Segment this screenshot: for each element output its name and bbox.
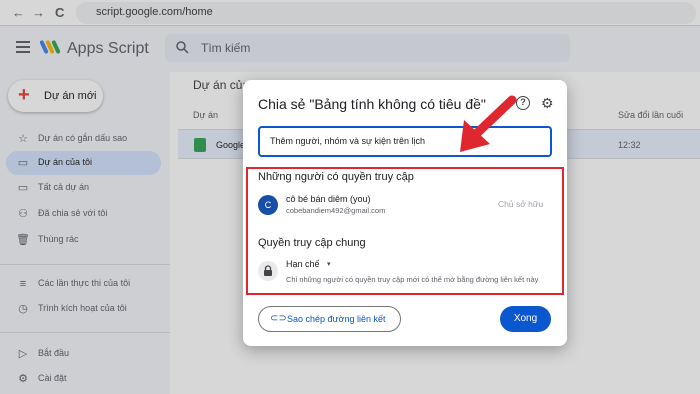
copy-link-label: Sao chép đường liên kết bbox=[287, 314, 386, 324]
lock-icon bbox=[258, 261, 278, 281]
gear-icon[interactable]: ⚙ bbox=[541, 95, 554, 111]
done-label: Xong bbox=[513, 313, 538, 324]
general-access-description: Chỉ những người có quyền truy cập mới có… bbox=[286, 275, 539, 284]
user-email: cobebandiem492@gmail.com bbox=[286, 206, 386, 215]
link-icon: ⊂⊃ bbox=[270, 313, 287, 324]
general-access-dropdown[interactable]: Hạn chế bbox=[286, 259, 320, 269]
red-arrow-annotation bbox=[460, 95, 517, 152]
people-with-access-heading: Những người có quyền truy cập bbox=[258, 171, 414, 183]
general-access-heading: Quyền truy cập chung bbox=[258, 237, 366, 249]
add-people-placeholder: Thêm người, nhóm và sự kiện trên lịch bbox=[270, 136, 426, 146]
avatar: C bbox=[258, 195, 278, 215]
chevron-down-icon[interactable]: ▾ bbox=[327, 260, 331, 268]
done-button[interactable]: Xong bbox=[500, 306, 551, 332]
user-name: cô bé bán diêm (you) bbox=[286, 194, 371, 204]
copy-link-button[interactable]: ⊂⊃ Sao chép đường liên kết bbox=[258, 306, 401, 332]
user-role: Chủ sở hữu bbox=[498, 199, 544, 209]
